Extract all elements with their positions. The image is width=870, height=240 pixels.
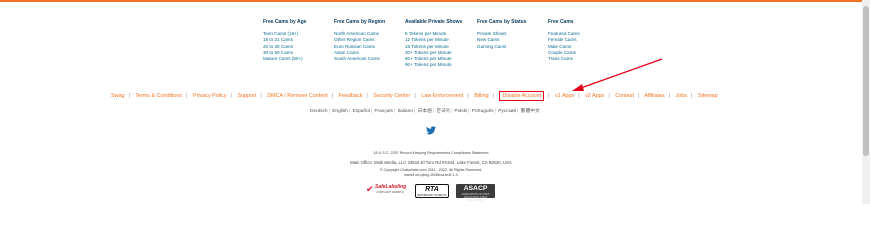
language-option[interactable]: Русский (498, 109, 516, 114)
badge-title: SafeLabeling (375, 184, 407, 190)
category-title: Free Cams by Age (263, 19, 307, 25)
footer-link-feedback[interactable]: Feedback (339, 93, 363, 99)
language-option[interactable]: 한국어 (437, 109, 450, 114)
compliance-statement-link[interactable]: 18 U.S.C. 2257 Record Keeping Requiremen… (0, 151, 862, 155)
separator: | (128, 93, 130, 99)
separator: | (370, 109, 373, 114)
safelabeling-badge[interactable]: ✔ SafeLabeling COMPLIANT WEBSITE (366, 184, 406, 198)
badge-title: RTA (425, 186, 439, 193)
category-link[interactable]: 90+ Tokens per Minute (405, 62, 462, 68)
language-option[interactable]: Deutsch (310, 109, 328, 114)
footer-link-swag[interactable]: Swag (111, 93, 125, 99)
footer-link-jobs[interactable]: Jobs (676, 93, 687, 99)
separator: | (548, 93, 550, 99)
build-id: www3.ed-q6hg-1f33fbca1e4f-1-3 (404, 173, 458, 177)
footer-link-billing[interactable]: Billing (474, 93, 488, 99)
language-selector: Deutsch| English| Español| Français| Ita… (310, 107, 540, 114)
separator: | (348, 109, 351, 114)
footer-link-privacy[interactable]: Privacy Policy (193, 93, 227, 99)
language-option[interactable]: Português (472, 109, 494, 114)
category-link[interactable]: South American Cams (334, 56, 385, 62)
badge-subtitle: RESTRICTED TO ADULTS (417, 194, 447, 197)
top-accent-bar (0, 0, 862, 2)
separator: | (691, 93, 693, 99)
separator: | (432, 109, 435, 114)
separator: | (230, 93, 232, 99)
separator: | (328, 109, 330, 114)
twitter-icon[interactable] (426, 126, 436, 135)
badge-title: ASACP (463, 185, 488, 192)
language-option[interactable]: Français (374, 109, 392, 114)
separator: | (492, 93, 494, 99)
annotation-arrow (572, 58, 663, 91)
separator: | (468, 109, 470, 114)
category-title: Free Cams by Status (477, 19, 527, 25)
category-region: Free Cams by Region North American Cams … (334, 19, 385, 62)
asacp-badge[interactable]: ASACP ASSOCIATION OF SITES ADVOCATING CH… (456, 184, 495, 202)
language-option[interactable]: 日本語 (418, 109, 432, 114)
footer-link-dmca[interactable]: DMCA / Remove Content (267, 93, 328, 99)
category-link[interactable]: Female Cams (548, 37, 580, 43)
footer-link-law-enforcement[interactable]: Law Enforcement (421, 93, 463, 99)
category-status: Free Cams by Status Private Shows New Ca… (477, 19, 526, 50)
separator: | (413, 109, 416, 114)
checkmark-icon: ✔ (366, 184, 374, 194)
category-title: Free Cams (548, 19, 574, 25)
category-link[interactable]: Gaming Cams (477, 44, 526, 50)
language-option[interactable]: Polski (454, 109, 467, 114)
footer-link-security[interactable]: Security Center (373, 93, 410, 99)
language-option[interactable]: 繁體中文 (521, 109, 540, 114)
rta-badge[interactable]: RTA RESTRICTED TO ADULTS (415, 184, 449, 198)
language-option[interactable]: Italiano (397, 109, 412, 114)
separator: | (393, 109, 396, 114)
scrollbar-thumb[interactable] (863, 6, 869, 156)
footer-link-disable-account[interactable]: Disable Account (499, 91, 545, 101)
separator: | (331, 93, 334, 99)
separator: | (467, 93, 469, 99)
category-title: Available Private Shows (405, 19, 463, 25)
footer-link-sitemap[interactable]: Sitemap (698, 93, 718, 99)
separator: | (414, 93, 416, 99)
badge-subtitle: ASSOCIATION OF SITES ADVOCATING CHILD PR… (461, 193, 490, 202)
footer-link-terms[interactable]: Terms & Conditions (135, 93, 182, 99)
category-age: Free Cams by Age Teen Cams (18+) 18 to 2… (263, 19, 306, 62)
separator: | (517, 109, 519, 114)
footer-link-support[interactable]: Support (237, 93, 256, 99)
category-private-shows: Available Private Shows 6 Tokens per Min… (405, 19, 462, 69)
separator: | (366, 93, 368, 99)
copyright-text: © Copyright Chaturbate.com 2011 - 2022. … (379, 168, 483, 172)
separator: | (494, 109, 496, 114)
separator: | (260, 93, 262, 99)
language-option[interactable]: Español (353, 109, 370, 114)
vertical-scrollbar[interactable] (862, 0, 870, 204)
category-link[interactable]: Mature Cams (50+) (263, 56, 306, 62)
main-office-address: Main Office: Multi Media, LLC 23615 El T… (350, 160, 512, 165)
badge-subtitle: COMPLIANT WEBSITE (376, 191, 404, 194)
category-title: Free Cams by Region (334, 19, 386, 25)
separator: | (450, 109, 453, 114)
language-option[interactable]: English (332, 109, 348, 114)
separator: | (186, 93, 188, 99)
